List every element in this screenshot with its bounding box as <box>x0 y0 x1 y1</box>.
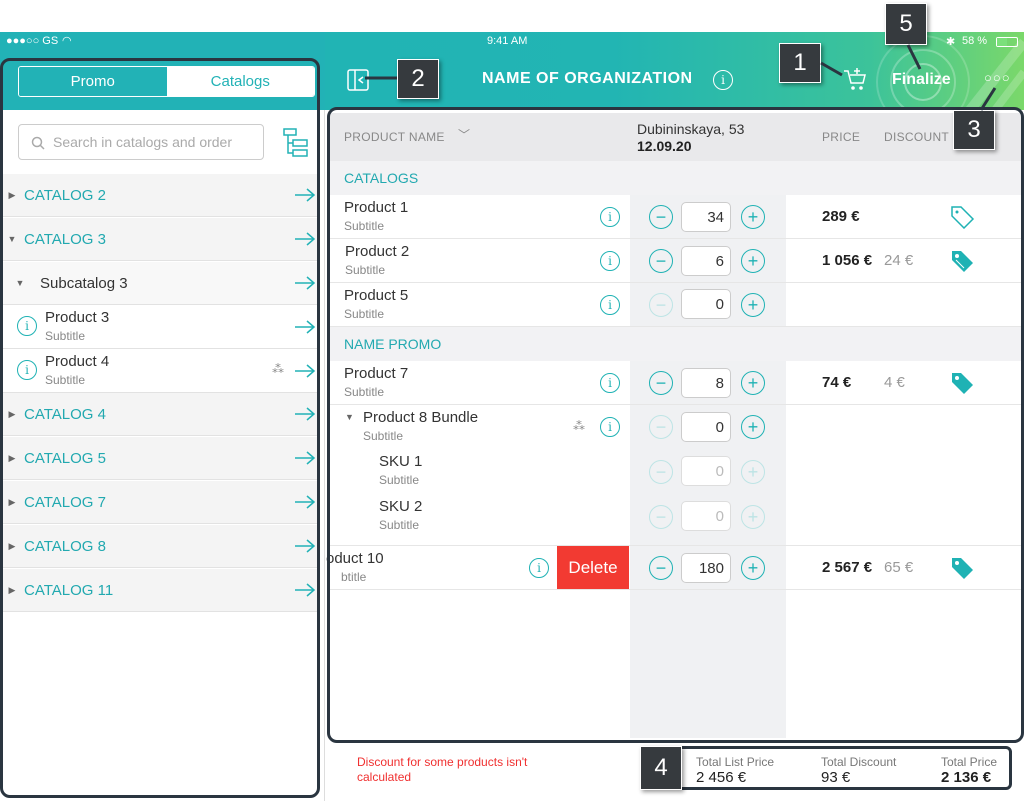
bluetooth-icon: ✱ <box>946 36 956 48</box>
total-discount-label: Total Discount <box>821 755 897 769</box>
carrier-label: ●●●○○ GS <box>6 35 59 47</box>
annotation-pointer <box>979 87 997 111</box>
annotation-pointer <box>820 61 843 77</box>
tab-promo[interactable]: Promo <box>19 67 167 96</box>
total-discount-value: 93 € <box>821 769 851 786</box>
organization-info-icon[interactable]: i <box>713 70 733 90</box>
total-list-label: Total List Price <box>696 755 775 769</box>
annotation-table-frame <box>327 107 1024 743</box>
page-title: NAME OF ORGANIZATION <box>482 70 693 87</box>
total-list-value: 2 456 € <box>696 769 747 786</box>
total-price-value: 2 136 € <box>941 769 992 786</box>
battery-label: 58 % <box>962 35 988 47</box>
sidebar-tabs: Promo Catalogs <box>18 66 315 97</box>
annotation-badge-3: 3 <box>953 110 995 150</box>
more-options-icon[interactable]: ○○○ <box>984 70 1011 85</box>
tab-catalogs[interactable]: Catalogs <box>166 67 314 96</box>
battery-icon <box>996 37 1018 47</box>
discount-warning: Discount for some products isn't calcula… <box>357 755 528 784</box>
clock: 9:41 AM <box>487 35 528 47</box>
annotation-sidebar-frame <box>0 58 320 798</box>
annotation-badge-2: 2 <box>397 59 439 99</box>
wifi-icon: ◠ <box>62 35 72 47</box>
annotation-badge-4: 4 <box>640 746 682 790</box>
status-bar: ●●●○○ GS 9:41 AM 58 % ✱ ◠ <box>0 32 1024 52</box>
totals-panel: Total List Price 2 456 € Total Discount … <box>643 746 1012 790</box>
total-price-label: Total Price <box>941 755 998 769</box>
